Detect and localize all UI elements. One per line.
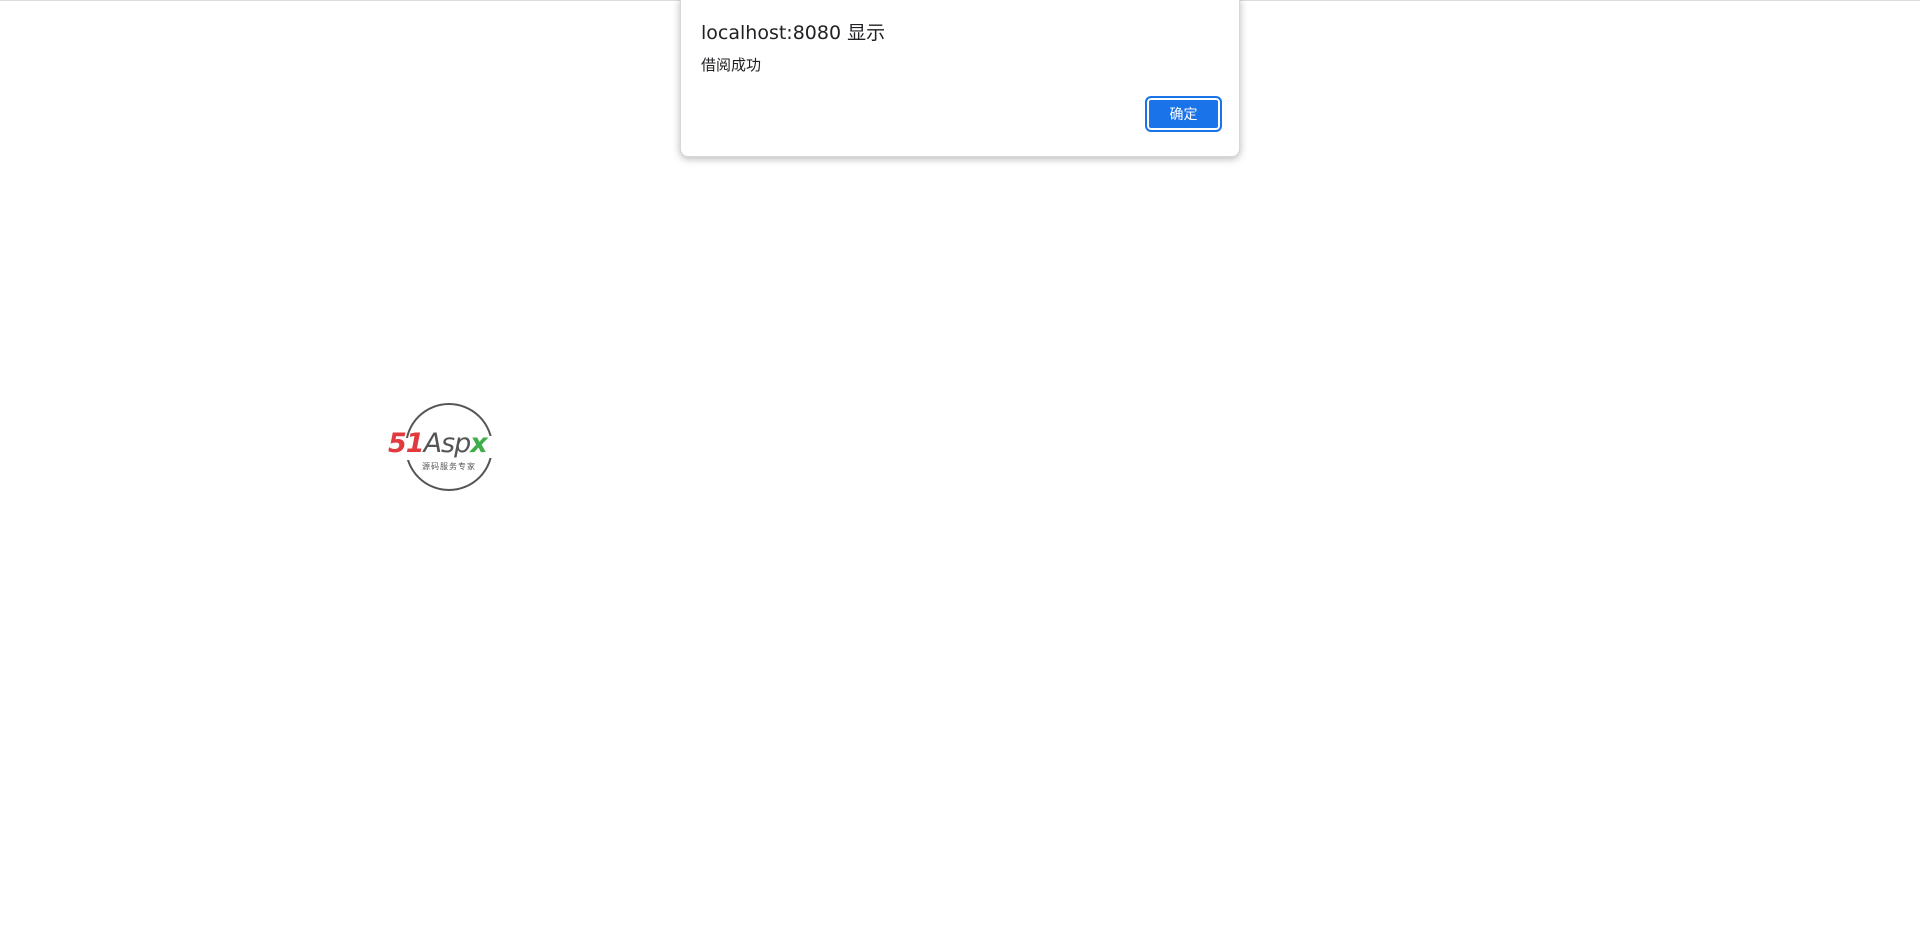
logo-tagline: 源码服务专家 — [422, 462, 476, 471]
dialog-message: 借阅成功 — [701, 56, 762, 74]
dialog-title: localhost:8080 显示 — [701, 22, 886, 44]
alert-dialog: localhost:8080 显示 借阅成功 确定 — [680, 0, 1240, 157]
ok-button[interactable]: 确定 — [1146, 97, 1221, 131]
browser-page: 51Aspx 源码服务专家 localhost:8080 显示 借阅成功 确定 — [0, 0, 1920, 942]
site-logo: 51Aspx 源码服务专家 — [385, 400, 515, 496]
logo-number: 51 — [388, 428, 425, 459]
logo-end: x — [470, 428, 487, 459]
logo-wordmark: 51Aspx — [388, 428, 488, 459]
logo-mid: Asp — [423, 428, 472, 459]
